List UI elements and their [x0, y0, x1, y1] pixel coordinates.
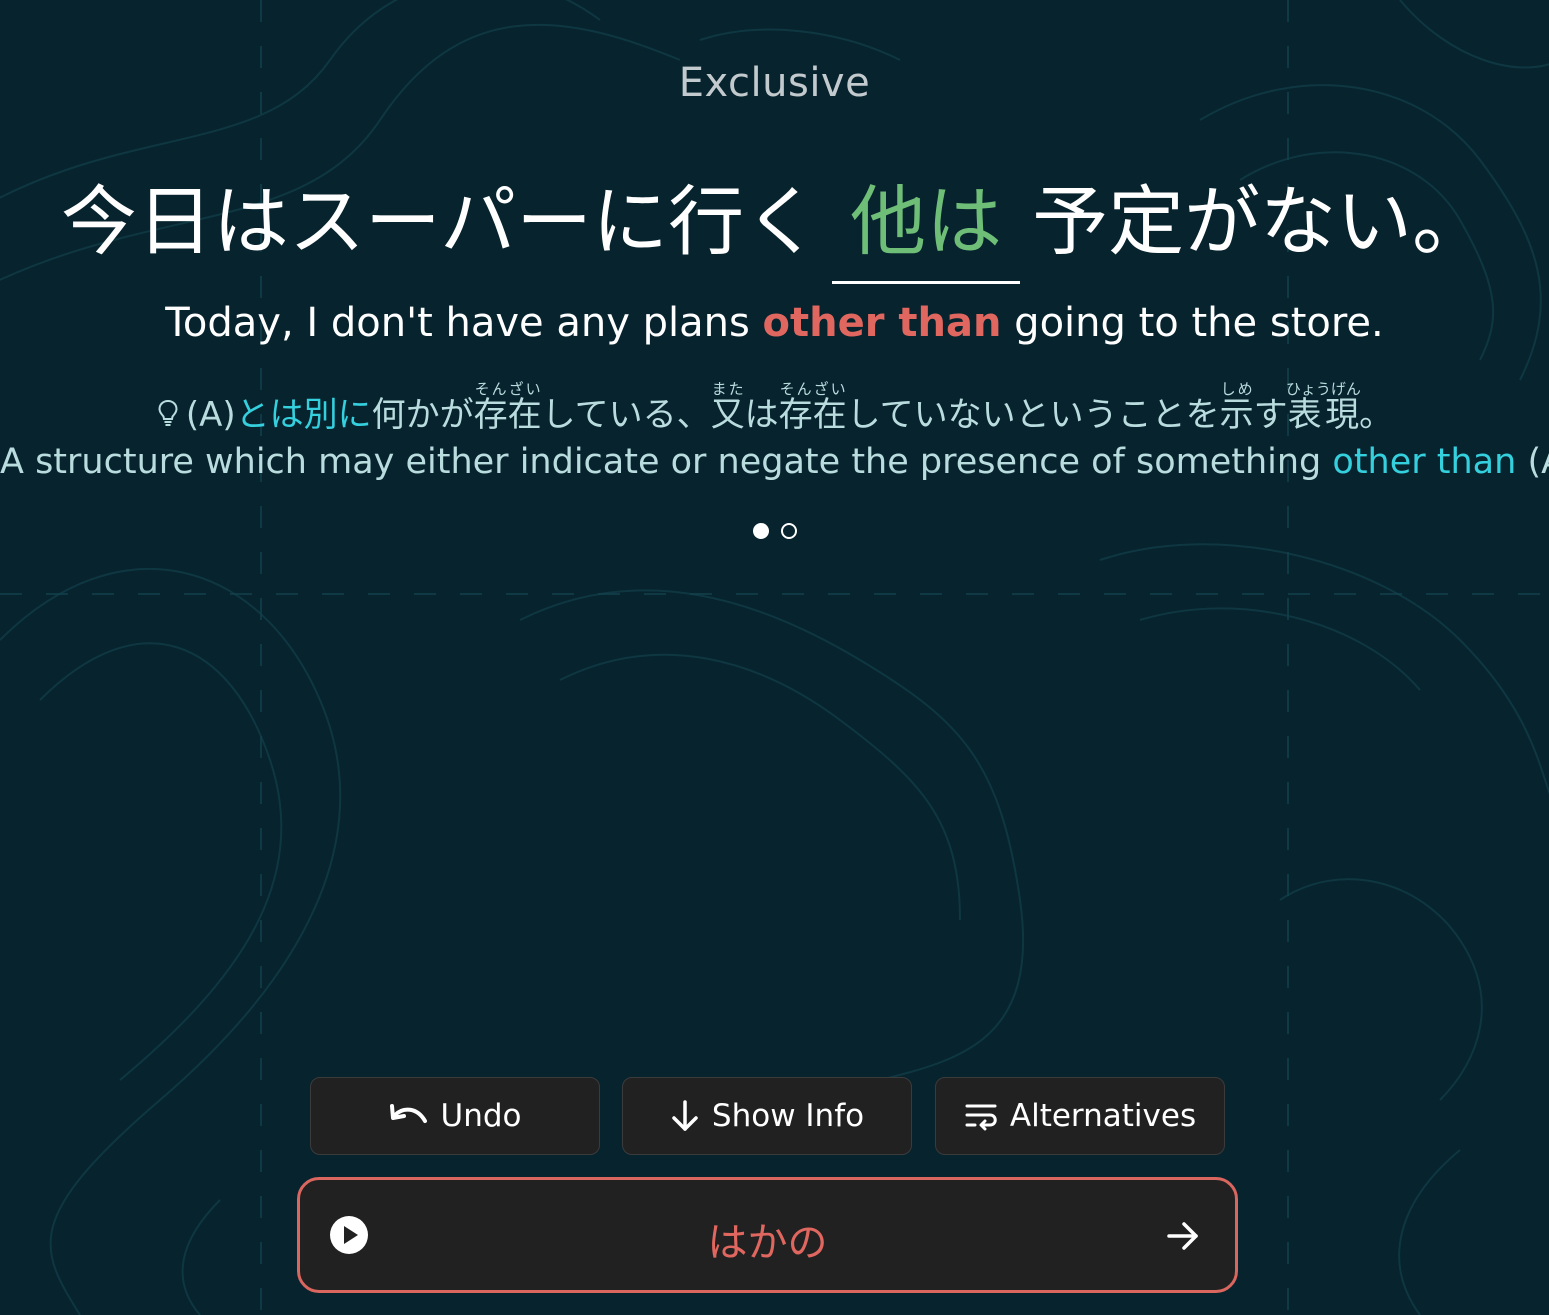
- meaning-text: 何かが: [371, 395, 474, 435]
- sentence-jp-after: 予定がない。: [1032, 177, 1489, 266]
- lightbulb-icon: [156, 397, 180, 437]
- kanji: 存在: [473, 395, 542, 435]
- meaning-highlight-jp: とは別に: [235, 395, 372, 435]
- meaning-en-highlight: other than: [1332, 442, 1517, 482]
- meaning-text: している、: [541, 395, 711, 435]
- answer-input-bar[interactable]: はかの: [297, 1177, 1238, 1293]
- english-translation: Today, I don't have any plans other than…: [0, 300, 1549, 346]
- kanji: 存在: [778, 395, 847, 435]
- furigana-word: 示しめ: [1219, 380, 1254, 435]
- meaning-en-before: A structure which may either indicate or…: [0, 442, 1333, 482]
- sentence-en-after: going to the store.: [1001, 300, 1384, 346]
- arrow-right-icon: [1167, 1222, 1198, 1250]
- submit-next-button[interactable]: [1165, 1218, 1201, 1254]
- wrap-lines-icon: [964, 1101, 998, 1131]
- meaning-text: は: [744, 395, 779, 435]
- kanji: 又: [710, 395, 745, 435]
- pagination-dot-2[interactable]: [780, 523, 797, 539]
- pagination-dot-1[interactable]: [752, 523, 769, 539]
- alternatives-label: Alternatives: [1009, 1098, 1197, 1134]
- show-info-label: Show Info: [711, 1098, 865, 1134]
- meaning-en-after: (A).: [1527, 442, 1549, 482]
- undo-button[interactable]: Undo: [310, 1077, 600, 1155]
- show-info-button[interactable]: Show Info: [622, 1077, 912, 1155]
- sentence-en-highlight: other than: [762, 300, 1002, 346]
- grammar-meaning-japanese: (A)とは別に何かが存在そんざいしている、又または存在そんざいしていないというこ…: [0, 380, 1549, 437]
- furigana-word: 表現ひょうげん: [1285, 380, 1361, 435]
- furigana-word: 存在そんざい: [778, 380, 847, 435]
- kanji: 表現: [1285, 395, 1361, 435]
- meaning-text: す: [1253, 395, 1288, 435]
- furigana-word: 存在そんざい: [473, 380, 542, 435]
- meaning-text: していないということを: [846, 395, 1220, 435]
- meaning-prefix: (A): [185, 395, 236, 435]
- pagination-dots: [0, 523, 1549, 539]
- sentence-en-before: Today, I don't have any plans: [165, 300, 763, 346]
- alternatives-button[interactable]: Alternatives: [935, 1077, 1225, 1155]
- furigana: また: [710, 380, 745, 398]
- undo-icon: [389, 1103, 429, 1129]
- furigana: そんざい: [778, 380, 847, 398]
- grammar-review-screen: Exclusive 今日はスーパーに行く 他は 予定がない。 Today, I do…: [0, 0, 1549, 1315]
- kanji: 示: [1219, 395, 1254, 435]
- furigana: ひょうげん: [1285, 380, 1361, 398]
- answer-text[interactable]: はかの: [300, 1210, 1235, 1268]
- grammar-meaning-english: A structure which may either indicate or…: [0, 442, 1549, 482]
- grammar-category: Exclusive: [678, 60, 871, 106]
- furigana: しめ: [1219, 380, 1254, 398]
- japanese-sentence: 今日はスーパーに行く 他は 予定がない。: [0, 160, 1549, 284]
- furigana-word: 又また: [710, 380, 745, 435]
- meaning-text: 。: [1359, 395, 1394, 435]
- sentence-jp-before: 今日はスーパーに行く: [60, 177, 821, 266]
- furigana: そんざい: [473, 380, 542, 398]
- answer-blank: 他は: [832, 160, 1021, 284]
- arrow-down-icon: [670, 1099, 700, 1133]
- undo-label: Undo: [440, 1098, 522, 1134]
